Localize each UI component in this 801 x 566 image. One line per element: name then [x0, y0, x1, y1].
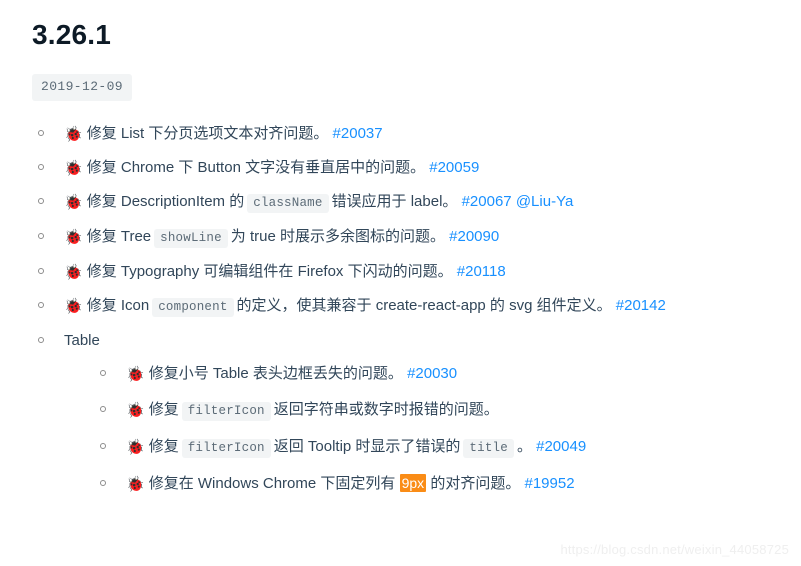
bullet-circle-icon: [38, 337, 44, 343]
changelog-sublist-table: 🐞 修复小号 Table 表头边框丢失的问题。 #20030 🐞 修复 filterI…: [64, 361, 779, 497]
entry-description: 修复: [148, 401, 179, 418]
inline-code-token: filterIcon: [181, 402, 271, 421]
bullet-circle-icon: [38, 268, 44, 274]
issue-link[interactable]: #20090: [449, 228, 499, 245]
list-item: 🐞 修复 filterIcon 返回字符串或数字时报错的问题。: [94, 397, 779, 424]
bug-icon: 🐞: [64, 298, 83, 315]
bullet-circle-icon: [100, 406, 106, 412]
entry-description: 修复在 Windows Chrome 下固定列有: [148, 475, 396, 492]
list-item: 🐞 修复在 Windows Chrome 下固定列有 9px 的对齐问题。 #19…: [94, 471, 779, 497]
issue-link[interactable]: #20142: [616, 297, 666, 314]
list-item: 🐞 修复 filterIcon 返回 Tooltip 时显示了错误的 title。 #2…: [94, 434, 779, 461]
entry-description: 修复 Icon: [86, 297, 150, 314]
list-item-text: 🐞 修复 Icon component 的定义，使其兼容于 create-react-…: [64, 293, 779, 320]
entry-description: 修复 List 下分页选项文本对齐问题。: [86, 125, 329, 142]
list-item-text: 🐞 修复 Tree showLine 为 true 时展示多余图标的问题。 #2009…: [64, 224, 779, 251]
entry-description-tail: 返回字符串或数字时报错的问题。: [273, 401, 499, 418]
issue-link[interactable]: #20067: [462, 193, 512, 210]
list-item-text: 🐞 修复 Typography 可编辑组件在 Firefox 下闪动的问题。 #2…: [64, 259, 779, 285]
list-item: 🐞 修复 Chrome 下 Button 文字没有垂直居中的问题。 #20059: [32, 155, 779, 181]
bug-icon: 🐞: [64, 126, 83, 143]
release-date-badge: 2019-12-09: [32, 74, 133, 101]
list-item-text: 🐞 修复 Chrome 下 Button 文字没有垂直居中的问题。 #20059: [64, 155, 779, 181]
entry-description-tail: 的定义，使其兼容于 create-react-app 的 svg 组件定义。: [236, 297, 612, 314]
bug-icon: 🐞: [126, 366, 145, 383]
issue-link[interactable]: #20118: [457, 263, 506, 280]
highlighted-value: 9px: [399, 474, 427, 492]
list-item: 🐞 修复 DescriptionItem 的 className 错误应用于 labe…: [32, 189, 779, 216]
list-item: 🐞 修复 List 下分页选项文本对齐问题。 #20037: [32, 121, 779, 147]
bullet-circle-icon: [38, 198, 44, 204]
list-item-text: 🐞 修复 filterIcon 返回字符串或数字时报错的问题。: [126, 397, 779, 424]
entry-description-tail: 为 true 时展示多余图标的问题。: [230, 228, 445, 245]
list-item-group-table: Table 🐞 修复小号 Table 表头边框丢失的问题。 #20030 🐞 修复 f…: [32, 328, 779, 497]
list-item-text: 🐞 修复小号 Table 表头边框丢失的问题。 #20030: [126, 361, 779, 387]
bullet-circle-icon: [100, 480, 106, 486]
entry-description: 修复 Chrome 下 Button 文字没有垂直居中的问题。: [86, 159, 426, 176]
bullet-circle-icon: [38, 130, 44, 136]
list-item-text: 🐞 修复在 Windows Chrome 下固定列有 9px 的对齐问题。 #19…: [126, 471, 779, 497]
contributor-handle-link[interactable]: @Liu-Ya: [516, 193, 573, 210]
list-item-text: 🐞 修复 DescriptionItem 的 className 错误应用于 labe…: [64, 189, 779, 216]
list-item-text: 🐞 修复 List 下分页选项文本对齐问题。 #20037: [64, 121, 779, 147]
entry-description-tail: 错误应用于 label。: [331, 193, 458, 210]
list-item: 🐞 修复 Tree showLine 为 true 时展示多余图标的问题。 #2009…: [32, 224, 779, 251]
bug-icon: 🐞: [126, 402, 145, 419]
bug-icon: 🐞: [126, 476, 145, 493]
list-item: 🐞 修复小号 Table 表头边框丢失的问题。 #20030: [94, 361, 779, 387]
bug-icon: 🐞: [64, 264, 83, 281]
watermark-text: https://blog.csdn.net/weixin_44058725: [560, 542, 789, 557]
bug-icon: 🐞: [64, 229, 83, 246]
list-item: 🐞 修复 Typography 可编辑组件在 Firefox 下闪动的问题。 #2…: [32, 259, 779, 285]
inline-code-token: filterIcon: [181, 439, 271, 458]
entry-description-tail: 的对齐问题。: [430, 475, 521, 492]
bug-icon: 🐞: [126, 439, 145, 456]
bullet-circle-icon: [38, 164, 44, 170]
changelog-list: 🐞 修复 List 下分页选项文本对齐问题。 #20037 🐞 修复 Chrome …: [32, 121, 779, 497]
entry-description: 修复 Tree: [86, 228, 152, 245]
bullet-circle-icon: [38, 302, 44, 308]
entry-description-tail: 。: [516, 438, 532, 455]
entry-description: 修复小号 Table 表头边框丢失的问题。: [148, 365, 403, 382]
entry-description-mid: 返回 Tooltip 时显示了错误的: [273, 438, 461, 455]
changelog-page: 3.26.1 2019-12-09 🐞 修复 List 下分页选项文本对齐问题。 …: [0, 0, 801, 566]
entry-description: 修复 Typography 可编辑组件在 Firefox 下闪动的问题。: [86, 263, 453, 280]
issue-link[interactable]: #20037: [333, 125, 383, 142]
release-date-container: 2019-12-09: [32, 74, 779, 101]
issue-link[interactable]: #20059: [429, 159, 479, 176]
entry-description: 修复 DescriptionItem 的: [86, 193, 245, 210]
issue-link[interactable]: #20030: [407, 365, 457, 382]
bug-icon: 🐞: [64, 194, 83, 211]
entry-description: 修复: [148, 438, 179, 455]
inline-code-token-2: title: [463, 439, 514, 458]
inline-code-token: component: [152, 298, 234, 317]
issue-link[interactable]: #20049: [536, 438, 586, 455]
inline-code-token: className: [247, 194, 329, 213]
bug-icon: 🐞: [64, 160, 83, 177]
bullet-circle-icon: [100, 370, 106, 376]
group-label: Table: [64, 332, 100, 349]
list-item: 🐞 修复 Icon component 的定义，使其兼容于 create-react-…: [32, 293, 779, 320]
bullet-circle-icon: [100, 443, 106, 449]
inline-code-token: showLine: [154, 229, 228, 248]
list-item-text: 🐞 修复 filterIcon 返回 Tooltip 时显示了错误的 title。 #2…: [126, 434, 779, 461]
page-title: 3.26.1: [32, 19, 112, 50]
bullet-circle-icon: [38, 233, 44, 239]
issue-link[interactable]: #19952: [525, 475, 575, 492]
